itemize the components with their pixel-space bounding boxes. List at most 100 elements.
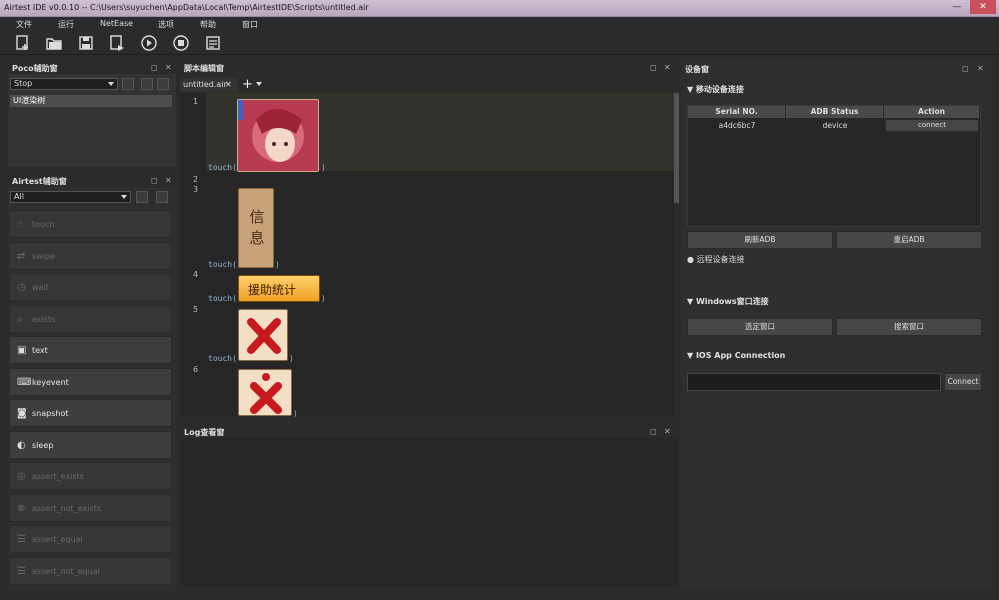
scrollbar-thumb[interactable] — [674, 93, 679, 203]
close-icon[interactable]: ✕ — [664, 63, 671, 72]
action-label: assert_equal — [32, 535, 83, 544]
close-button-image-2[interactable] — [238, 369, 292, 416]
lock-icon[interactable] — [122, 78, 134, 90]
ios-address-input[interactable] — [687, 373, 941, 391]
poco-panel-title: Poco辅助窗 — [12, 64, 58, 73]
log-panel-header: Log查看窗 ◻ ✕ — [180, 424, 678, 438]
chevron-down-icon — [108, 82, 114, 86]
tab-close-icon[interactable]: ✕ — [225, 78, 232, 92]
close-icon[interactable]: ✕ — [664, 427, 671, 436]
info-button-image[interactable]: 信息 — [238, 188, 274, 268]
target-icon: ◎ — [17, 471, 26, 482]
assist-stats-button-image[interactable]: 援助统计 — [238, 275, 320, 302]
report-icon[interactable] — [204, 34, 222, 52]
save-as-icon[interactable] — [108, 34, 126, 52]
menu-help[interactable]: 帮助 — [200, 19, 216, 30]
close-icon[interactable]: ✕ — [165, 63, 172, 72]
select-window-button[interactable]: 选定窗口 — [687, 318, 833, 336]
menu-options[interactable]: 选项 — [158, 19, 174, 30]
poco-mode-select[interactable]: Stop — [10, 78, 118, 90]
device-connect-button[interactable]: connect — [885, 119, 979, 132]
magnifier-icon: ⌕ — [17, 314, 23, 325]
close-icon[interactable]: ✕ — [977, 64, 984, 73]
editor-scrollbar[interactable] — [674, 93, 679, 416]
action-button-exists[interactable]: ⌕ exists — [9, 305, 172, 333]
float-icon[interactable]: ◻ — [151, 176, 158, 185]
line-number: 3 — [193, 185, 199, 194]
save-icon[interactable] — [77, 34, 95, 52]
ui-tree-item[interactable]: UI渲染树 — [10, 95, 172, 107]
code-touch: touch( — [208, 354, 237, 363]
action-button-assert-equal[interactable]: ☰ assert_equal — [9, 525, 172, 553]
ios-connect-button[interactable]: Connect — [944, 373, 982, 391]
tab-menu-chevron-icon[interactable] — [256, 82, 262, 86]
menu-netease[interactable]: NetEase — [100, 19, 133, 28]
float-icon[interactable]: ◻ — [650, 427, 657, 436]
action-label: assert_not_exists — [32, 504, 101, 513]
open-folder-icon[interactable] — [45, 34, 63, 52]
screenshot-icon[interactable] — [136, 191, 148, 203]
add-tab-icon[interactable]: + — [242, 77, 253, 92]
new-file-icon[interactable] — [14, 34, 32, 52]
action-button-assert-not-exists[interactable]: ⊗ assert_not_exists — [9, 494, 172, 522]
tab-untitled[interactable]: untitled.air ✕ — [180, 78, 238, 92]
action-label: text — [32, 346, 48, 355]
float-icon[interactable]: ◻ — [962, 64, 969, 73]
menu-window[interactable]: 窗口 — [242, 19, 258, 30]
inspect-icon[interactable] — [157, 78, 169, 90]
code-paren: ) — [293, 409, 298, 418]
line-gutter: 1 2 3 4 5 6 — [180, 93, 206, 416]
restart-adb-button[interactable]: 重启ADB — [836, 231, 982, 249]
editor-tab-bar: untitled.air ✕ + — [180, 76, 674, 93]
code-paren: ) — [275, 260, 280, 269]
action-label: keyevent — [32, 378, 69, 387]
close-button-image[interactable] — [238, 309, 288, 361]
airtest-panel-title: Airtest辅助窗 — [12, 177, 67, 186]
action-button-wait[interactable]: ◷ wait — [9, 273, 172, 301]
run-icon[interactable] — [140, 34, 158, 52]
poco-panel-header: Poco辅助窗 ◻ ✕ — [8, 60, 176, 74]
refresh-icon[interactable] — [141, 78, 153, 90]
camera-icon: ◙ — [17, 408, 27, 419]
menu-file[interactable]: 文件 — [16, 19, 32, 30]
airtest-filter-value: All — [14, 192, 24, 201]
chevron-down-icon — [121, 195, 127, 199]
close-icon[interactable]: ✕ — [165, 176, 172, 185]
device-panel-header: 设备窗 ◻ ✕ — [681, 60, 991, 74]
code-touch: touch( — [208, 294, 237, 303]
code-paren: ) — [321, 294, 326, 303]
equal-icon: ☰ — [17, 534, 26, 545]
search-window-button[interactable]: 搜索窗口 — [836, 318, 982, 336]
action-button-assert-not-equal[interactable]: ☰ assert_not_equal — [9, 557, 172, 585]
menu-run[interactable]: 运行 — [58, 19, 74, 30]
airtest-filter-select[interactable]: All — [10, 191, 131, 203]
stop-icon[interactable] — [172, 34, 190, 52]
action-button-assert-exists[interactable]: ◎ assert_exists — [9, 462, 172, 490]
action-button-keyevent[interactable]: ⌨ keyevent — [9, 368, 172, 396]
character-portrait-image[interactable] — [237, 99, 319, 172]
code-editor[interactable]: 1 2 3 4 5 6 touch( ) touch( 信息 ) touch( … — [180, 93, 674, 418]
action-button-text[interactable]: ▣ text — [9, 336, 172, 364]
float-icon[interactable]: ◻ — [650, 63, 657, 72]
action-button-sleep[interactable]: ◐ sleep — [9, 431, 172, 459]
action-label: snapshot — [32, 409, 69, 418]
log-panel-title: Log查看窗 — [184, 428, 225, 437]
script-panel-title: 脚本编辑窗 — [184, 64, 224, 73]
minimize-button[interactable]: — — [947, 0, 967, 14]
action-label: sleep — [32, 441, 54, 450]
remote-device-option[interactable]: ● 远程设备连接 — [687, 254, 745, 265]
action-button-swipe[interactable]: ⇄ swipe — [9, 242, 172, 270]
line-number: 4 — [193, 270, 199, 279]
windows-section[interactable]: ▼ Windows窗口连接 — [687, 296, 769, 307]
ios-section[interactable]: ▼ IOS App Connection — [687, 351, 785, 360]
refresh-adb-button[interactable]: 刷新ADB — [687, 231, 833, 249]
action-button-touch[interactable]: ☝ touch — [9, 210, 172, 238]
swipe-icon: ⇄ — [17, 251, 26, 262]
line-number: 5 — [193, 305, 199, 314]
mobile-device-section[interactable]: ▼ 移动设备连接 — [687, 84, 744, 95]
action-button-snapshot[interactable]: ◙ snapshot — [9, 399, 172, 427]
float-icon[interactable]: ◻ — [151, 63, 158, 72]
record-icon[interactable] — [156, 191, 168, 203]
close-window-button[interactable]: ✕ — [970, 0, 996, 14]
tab-label: untitled.air — [183, 80, 227, 89]
